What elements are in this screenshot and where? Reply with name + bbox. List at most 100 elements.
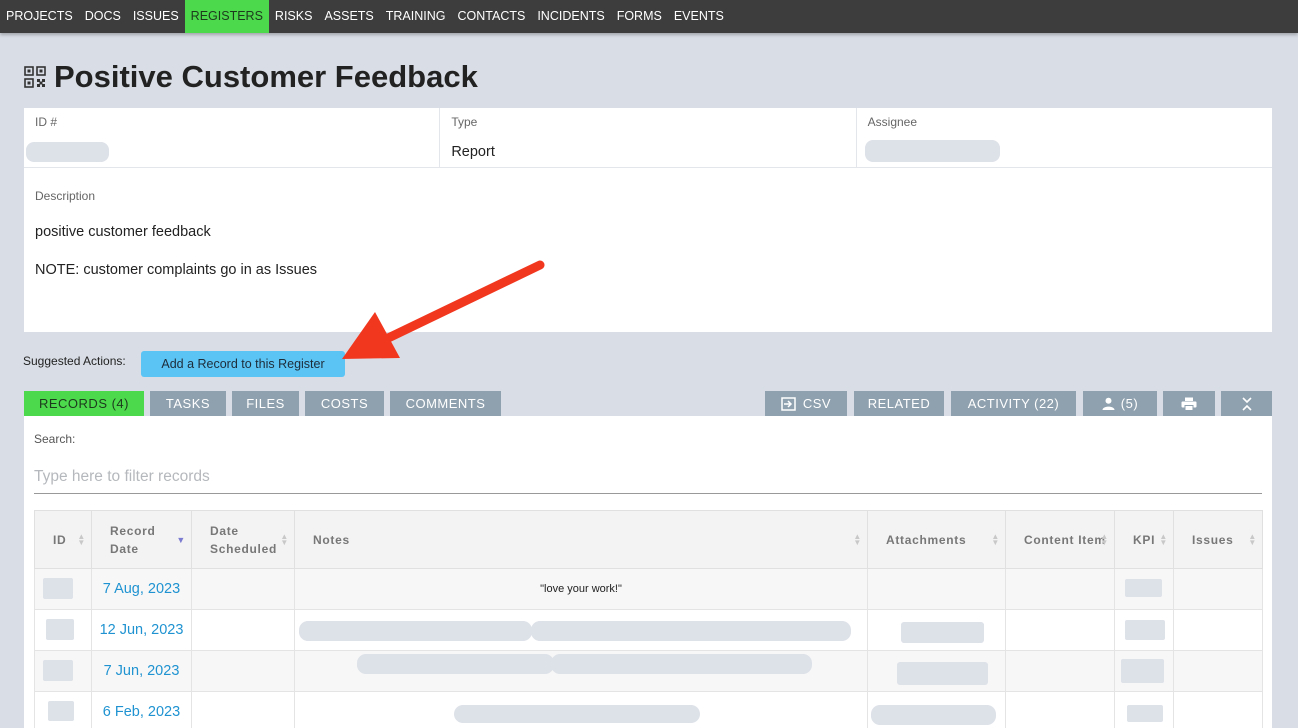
- people-button[interactable]: (5): [1083, 391, 1157, 416]
- notes-cell: [294, 691, 868, 728]
- issues-cell: [1173, 568, 1263, 610]
- tab-files[interactable]: FILES: [232, 391, 299, 416]
- redacted-note: [454, 705, 700, 723]
- nav-assets[interactable]: ASSETS: [318, 0, 379, 33]
- tab-records[interactable]: RECORDS (4): [24, 391, 144, 416]
- date-scheduled-cell: [191, 691, 295, 728]
- redacted-kpi: [1125, 579, 1162, 597]
- content-item-cell: [1005, 609, 1115, 651]
- notes-cell: [294, 609, 868, 651]
- record-date-link[interactable]: 7 Jun, 2023: [96, 663, 187, 679]
- kpi-cell: [1114, 691, 1174, 728]
- qr-code-icon: [24, 66, 46, 88]
- redacted-id: [26, 142, 109, 162]
- nav-projects[interactable]: PROJECTS: [0, 0, 79, 33]
- record-date-cell: 7 Jun, 2023: [91, 650, 192, 692]
- collapse-button[interactable]: [1221, 391, 1272, 416]
- type-field: Type Report: [440, 108, 857, 167]
- column-issues[interactable]: Issues ▲ ▼: [1173, 510, 1263, 569]
- csv-export-button[interactable]: CSV: [765, 391, 847, 416]
- record-date-link[interactable]: 6 Feb, 2023: [96, 704, 187, 720]
- attachments-cell: [867, 650, 1006, 692]
- column-content-item[interactable]: Content Item ▲ ▼: [1005, 510, 1115, 569]
- column-kpi-label: KPI: [1133, 532, 1156, 547]
- column-notes-label: Notes: [313, 532, 350, 547]
- add-record-button[interactable]: Add a Record to this Register: [141, 351, 345, 377]
- record-date-cell: 12 Jun, 2023: [91, 609, 192, 651]
- tab-related-label: RELATED: [867, 396, 931, 411]
- id-cell: [34, 568, 92, 610]
- issues-cell: [1173, 609, 1263, 651]
- record-date-cell: 6 Feb, 2023: [91, 691, 192, 728]
- nav-registers[interactable]: REGISTERS: [184, 0, 269, 33]
- sort-icon: ▲ ▼: [1100, 531, 1109, 547]
- record-date-link[interactable]: 12 Jun, 2023: [96, 622, 187, 638]
- id-cell: [34, 609, 92, 651]
- table-row[interactable]: 12 Jun, 2023: [34, 609, 1263, 651]
- description-label: Description: [35, 189, 96, 203]
- export-icon: [781, 396, 796, 411]
- column-notes[interactable]: Notes ▲ ▼: [294, 510, 868, 569]
- annotation-arrow-icon: [342, 260, 545, 359]
- search-label: Search:: [34, 432, 76, 446]
- tab-activity[interactable]: ACTIVITY (22): [951, 391, 1076, 416]
- nav-events[interactable]: EVENTS: [668, 0, 730, 33]
- record-date-link[interactable]: 7 Aug, 2023: [96, 581, 187, 597]
- redacted-id: [43, 578, 73, 599]
- redacted-kpi: [1125, 620, 1165, 640]
- note-text: "love your work!": [540, 583, 622, 595]
- date-scheduled-cell: [191, 650, 295, 692]
- nav-risks[interactable]: RISKS: [269, 0, 319, 33]
- id-cell: [34, 650, 92, 692]
- sort-icon: ▲ ▼: [853, 531, 862, 547]
- id-label: ID #: [35, 115, 58, 129]
- tab-related[interactable]: RELATED: [854, 391, 944, 416]
- tab-costs[interactable]: COSTS: [305, 391, 384, 416]
- assignee-field: Assignee: [857, 108, 1272, 167]
- column-kpi[interactable]: KPI ▲ ▼: [1114, 510, 1174, 569]
- tab-comments-label: COMMENTS: [405, 396, 486, 411]
- issues-cell: [1173, 691, 1263, 728]
- column-attachments[interactable]: Attachments ▲ ▼: [867, 510, 1006, 569]
- column-attachments-label: Attachments: [886, 532, 967, 547]
- print-button[interactable]: [1163, 391, 1215, 416]
- column-issues-label: Issues: [1192, 532, 1234, 547]
- column-record-date[interactable]: Record Date ▼: [91, 510, 192, 569]
- nav-contacts[interactable]: CONTACTS: [452, 0, 532, 33]
- tab-tasks[interactable]: TASKS: [150, 391, 226, 416]
- sort-icon: ▲ ▼: [991, 531, 1000, 547]
- page-title: Positive Customer Feedback: [54, 59, 478, 94]
- redacted-note: [357, 654, 554, 674]
- tab-comments[interactable]: COMMENTS: [390, 391, 501, 416]
- nav-forms[interactable]: FORMS: [611, 0, 668, 33]
- content-item-cell: [1005, 691, 1115, 728]
- tab-tasks-label: TASKS: [165, 396, 211, 411]
- attachments-cell: [867, 609, 1006, 651]
- column-date-scheduled[interactable]: Date Scheduled ▲ ▼: [191, 510, 295, 569]
- nav-training[interactable]: TRAINING: [380, 0, 452, 33]
- redacted-id: [43, 660, 73, 681]
- suggested-actions-label: Suggested Actions:: [23, 354, 126, 368]
- records-table: ID ▲ ▼ Record Date ▼ Date Scheduled ▲ ▼ Notes…: [34, 510, 1263, 728]
- column-date-scheduled-label: Date Scheduled: [210, 523, 277, 556]
- redacted-kpi: [1121, 659, 1164, 683]
- kpi-cell: [1114, 650, 1174, 692]
- redacted-note: [299, 621, 532, 641]
- notes-cell: "love your work!": [294, 568, 868, 610]
- table-row[interactable]: 7 Jun, 2023: [34, 650, 1263, 692]
- nav-docs[interactable]: DOCS: [79, 0, 127, 33]
- table-row[interactable]: 6 Feb, 2023: [34, 691, 1263, 728]
- table-row[interactable]: 7 Aug, 2023 "love your work!": [34, 568, 1263, 610]
- person-icon: [1102, 397, 1115, 410]
- redacted-note: [531, 621, 851, 641]
- attachments-cell: [867, 568, 1006, 610]
- column-id[interactable]: ID ▲ ▼: [34, 510, 92, 569]
- nav-incidents[interactable]: INCIDENTS: [531, 0, 610, 33]
- nav-issues[interactable]: ISSUES: [127, 0, 185, 33]
- column-id-label: ID: [53, 532, 67, 547]
- search-input[interactable]: [34, 460, 1262, 494]
- register-info-panel: ID # Type Report Assignee Description po…: [24, 108, 1272, 332]
- sort-icon: ▲ ▼: [1248, 531, 1257, 547]
- people-count: (5): [1120, 396, 1139, 411]
- record-date-cell: 7 Aug, 2023: [91, 568, 192, 610]
